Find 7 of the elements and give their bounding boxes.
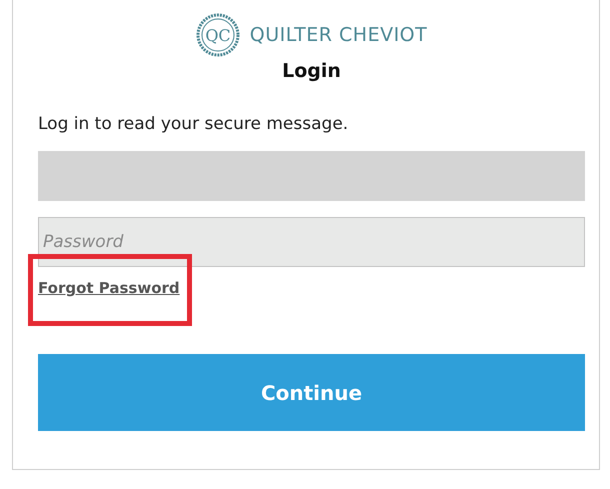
brand-name: QUILTER CHEVIOT	[250, 24, 428, 46]
logo-icon: QC	[196, 13, 240, 57]
username-field[interactable]	[38, 151, 585, 201]
forgot-password-link[interactable]: Forgot Password	[38, 279, 180, 297]
login-title: Login	[281, 60, 342, 82]
password-field[interactable]: Password	[38, 217, 585, 267]
intro-text: Log in to read your secure message.	[38, 114, 350, 134]
